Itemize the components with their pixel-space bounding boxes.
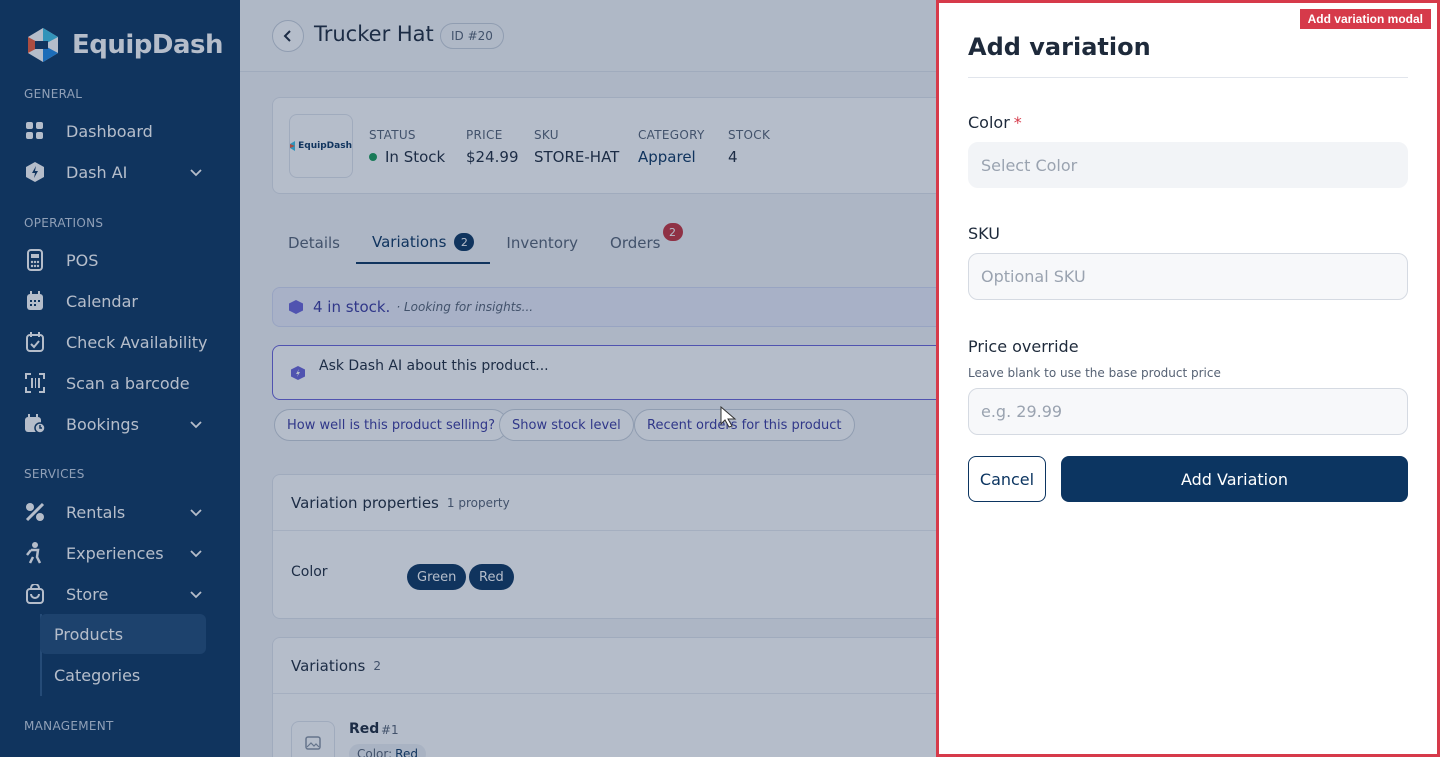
- mouse-cursor-icon: [720, 406, 737, 428]
- color-field-label: Color *: [968, 113, 1022, 132]
- sku-field-label: SKU: [968, 224, 1000, 243]
- price-input-placeholder: e.g. 29.99: [981, 402, 1063, 421]
- label-text: Color: [968, 113, 1010, 132]
- sku-input[interactable]: Optional SKU: [968, 253, 1408, 300]
- price-override-input[interactable]: e.g. 29.99: [968, 388, 1408, 435]
- modal-annotation-tag: Add variation modal: [1299, 9, 1431, 29]
- color-select-placeholder: Select Color: [981, 155, 1078, 175]
- cancel-button[interactable]: Cancel: [968, 456, 1046, 502]
- modal-title: Add variation: [968, 33, 1151, 61]
- price-override-help: Leave blank to use the base product pric…: [968, 366, 1221, 380]
- price-override-label: Price override: [968, 337, 1079, 356]
- add-variation-button[interactable]: Add Variation: [1061, 456, 1408, 502]
- modal-divider: [968, 77, 1408, 78]
- add-variation-modal: Add variation modal Add variation Color *…: [936, 0, 1440, 757]
- sku-input-placeholder: Optional SKU: [981, 267, 1086, 286]
- modal-backdrop[interactable]: [0, 0, 938, 757]
- color-select[interactable]: Select Color: [968, 142, 1408, 188]
- required-marker: *: [1013, 113, 1022, 132]
